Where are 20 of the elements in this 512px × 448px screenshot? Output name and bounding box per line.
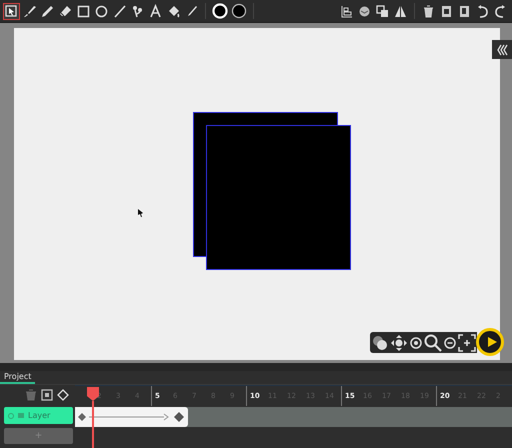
keyframe-box-icon[interactable] [41, 389, 53, 401]
playhead[interactable] [87, 387, 99, 448]
panel-tab[interactable]: Project [0, 371, 36, 384]
collapse-panel-button[interactable] [492, 40, 512, 59]
tween-span[interactable] [75, 407, 188, 427]
fill-swatch-icon[interactable] [231, 3, 247, 19]
fit-screen-icon[interactable] [458, 334, 476, 352]
arrange-icon[interactable] [374, 2, 391, 20]
play-icon [486, 336, 498, 348]
diamond-icon[interactable] [57, 389, 69, 401]
zoom-in-icon[interactable] [408, 336, 423, 350]
cursor-icon [138, 209, 144, 217]
move-icon[interactable] [390, 334, 408, 352]
search-icon[interactable] [424, 334, 442, 352]
add-layer-button[interactable]: + [4, 428, 73, 444]
stroke-swatch-icon[interactable] [212, 3, 228, 19]
select-tool-icon[interactable] [3, 2, 20, 20]
chevrons-left-icon [496, 44, 508, 56]
onion-skin-icon[interactable] [370, 334, 389, 352]
zoom-out-icon[interactable] [443, 336, 458, 350]
